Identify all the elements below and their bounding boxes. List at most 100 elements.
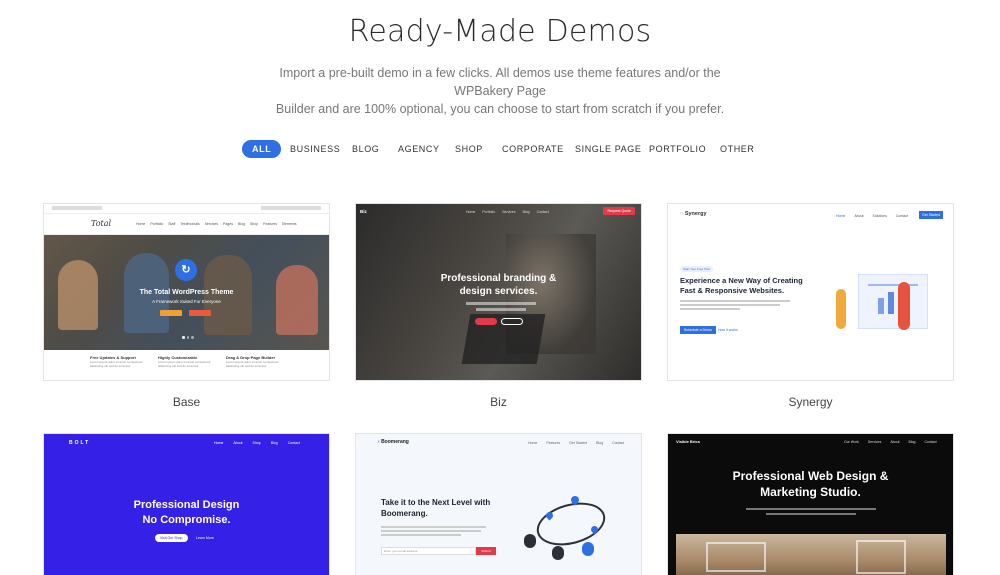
- demo-label-synergy[interactable]: Synergy: [667, 395, 954, 409]
- bolt-nav-item: Shop: [252, 441, 261, 445]
- boomerang-nav-item: Blog: [596, 441, 604, 445]
- base-logo: Total: [91, 219, 112, 228]
- filter-all[interactable]: ALL: [242, 140, 282, 158]
- boomerang-illustration-character: [552, 546, 564, 560]
- biz-hero-title: Professional branding & design services.: [356, 272, 641, 298]
- biz-logo: Biz: [360, 209, 367, 214]
- web-hero-text: [746, 508, 876, 510]
- demo-thumbnail-base[interactable]: Total Home Portfolio Staff Testimonials …: [43, 203, 330, 381]
- synergy-illustration-chart: [868, 284, 918, 286]
- biz-nav: Home Portfolio Services Blog Contact: [466, 210, 549, 214]
- base-logo-badge-icon: ↻: [175, 259, 197, 281]
- base-nav-item: Shop: [249, 222, 259, 226]
- boomerang-submit-button: Submit: [476, 547, 496, 555]
- biz-hero-text: [476, 308, 526, 311]
- boomerang-illustration-character: [524, 534, 536, 548]
- demo-thumbnail-biz[interactable]: Biz Home Portfolio Services Blog Contact…: [355, 203, 642, 381]
- demo-label-base[interactable]: Base: [43, 395, 330, 409]
- synergy-nav-item: Contact: [895, 214, 908, 218]
- biz-hero-button-primary: [475, 318, 497, 325]
- biz-hero-button-secondary: [501, 318, 523, 325]
- synergy-illustration-bar: [878, 298, 884, 314]
- base-hero: ↻ The Total WordPress Theme A Framework …: [44, 235, 329, 350]
- boomerang-hero-text: [381, 534, 461, 536]
- synergy-logo-text: Synergy: [684, 211, 707, 217]
- biz-cta-button: Request Quote: [603, 207, 635, 215]
- web-nav-item: Contact: [924, 440, 937, 444]
- demo-thumbnail-synergy[interactable]: ◌ Synergy Home About Solutions Contact G…: [667, 203, 954, 381]
- boomerang-logo: ‹ Boomerang: [378, 439, 409, 445]
- filter-single-page[interactable]: SINGLE PAGE: [575, 140, 641, 158]
- base-nav-item: Elements: [281, 222, 297, 226]
- biz-hero-line-2: design services.: [459, 286, 538, 297]
- web-logo: Visible Brics: [676, 439, 700, 444]
- filter-business[interactable]: BUSINESS: [290, 140, 340, 158]
- biz-hero-text: [466, 302, 536, 305]
- base-hero-button-primary: [160, 310, 182, 316]
- boomerang-hero-title: Take it to the Next Level with Boomerang…: [381, 497, 490, 519]
- synergy-logo-icon: ◌: [680, 211, 684, 217]
- synergy-nav-item: About: [854, 214, 864, 218]
- base-header: Total Home Portfolio Staff Testimonials …: [44, 214, 329, 235]
- base-slider-dots: [182, 336, 195, 339]
- demo-filter-bar: ALL BUSINESS BLOG AGENCY SHOP CORPORATE …: [0, 140, 1000, 160]
- page-subtitle: Import a pre-built demo in a few clicks.…: [250, 64, 750, 118]
- base-nav-item: Staff: [168, 222, 176, 226]
- bolt-nav-item: About: [233, 441, 243, 445]
- boomerang-hero-text: [381, 526, 486, 528]
- base-topbar-contact: [52, 206, 102, 210]
- synergy-tag: Start Your Free Trial: [680, 266, 713, 272]
- filter-agency[interactable]: AGENCY: [398, 140, 440, 158]
- synergy-logo: ◌ Synergy: [680, 211, 707, 217]
- synergy-hero-line-1: Experience a New Way of Creating: [680, 276, 803, 285]
- bolt-hero-line-2: No Compromise.: [142, 514, 231, 526]
- biz-nav-item: Services: [502, 210, 516, 214]
- demo-thumbnail-web-design[interactable]: Visible Brics Our Work Services About Bl…: [667, 433, 954, 575]
- filter-blog[interactable]: BLOG: [352, 140, 379, 158]
- base-nav-item: Testimonials: [180, 222, 200, 226]
- base-nav: Home Portfolio Staff Testimonials Servic…: [136, 222, 297, 226]
- boomerang-hero-text: [381, 530, 481, 532]
- synergy-link: How it works: [718, 328, 738, 332]
- bolt-hero-line-1: Professional Design: [133, 499, 240, 511]
- synergy-hero-text: [680, 308, 740, 310]
- boomerang-illustration-orbit: [532, 495, 610, 553]
- web-photo-window: [856, 540, 906, 574]
- base-topbar: [44, 204, 329, 214]
- demo-thumbnail-bolt[interactable]: BOLT Home About Shop Blog Contact Profes…: [43, 433, 330, 575]
- base-nav-item: Pages: [223, 222, 233, 226]
- boomerang-nav-item: Features: [546, 441, 561, 445]
- filter-shop[interactable]: SHOP: [455, 140, 483, 158]
- subtitle-line-1: Import a pre-built demo in a few clicks.…: [279, 66, 721, 98]
- demo-label-biz[interactable]: Biz: [355, 395, 642, 409]
- synergy-hero: ◌ Synergy Home About Solutions Contact G…: [668, 204, 953, 380]
- web-nav-item: About: [890, 440, 900, 444]
- boomerang-hero-line-2: Boomerang.: [381, 509, 428, 518]
- filter-corporate[interactable]: CORPORATE: [502, 140, 564, 158]
- boomerang-logo-text: Boomerang: [381, 439, 409, 445]
- web-hero-text: [766, 513, 856, 515]
- base-features: Free Updates & Support Lorem ipsum dolor…: [44, 350, 329, 380]
- base-social-icons: [261, 206, 321, 210]
- synergy-illustration-person: [836, 289, 846, 329]
- base-hero-title: The Total WordPress Theme: [139, 289, 234, 296]
- filter-portfolio[interactable]: PORTFOLIO: [649, 140, 706, 158]
- boomerang-logo-icon: ‹: [378, 439, 380, 445]
- web-hero: Visible Brics Our Work Services About Bl…: [668, 434, 953, 575]
- page-title: Ready-Made Demos: [348, 14, 652, 49]
- demo-thumbnail-boomerang[interactable]: ‹ Boomerang Home Features Get Started Bl…: [355, 433, 642, 575]
- synergy-nav-item: Home: [836, 214, 846, 218]
- filter-other[interactable]: OTHER: [720, 140, 755, 158]
- bolt-nav-item: Contact: [287, 441, 300, 445]
- biz-nav-item: Portfolio: [482, 210, 496, 214]
- web-photo-window: [706, 542, 766, 572]
- boomerang-email-input: Enter your email address: [381, 547, 476, 555]
- subtitle-line-2: Builder and are 100% optional, you can c…: [275, 102, 725, 116]
- base-feature-text: Lorem ipsum dolor sit amet consectetur a…: [226, 360, 279, 368]
- base-feature: Drag & Drop Page Builder Lorem ipsum dol…: [226, 355, 288, 368]
- boomerang-hero: ‹ Boomerang Home Features Get Started Bl…: [356, 434, 641, 575]
- synergy-hero-text: [680, 300, 790, 302]
- base-nav-item: Services: [204, 222, 219, 226]
- bolt-hero: BOLT Home About Shop Blog Contact Profes…: [44, 434, 329, 575]
- synergy-illustration-bar: [888, 292, 894, 314]
